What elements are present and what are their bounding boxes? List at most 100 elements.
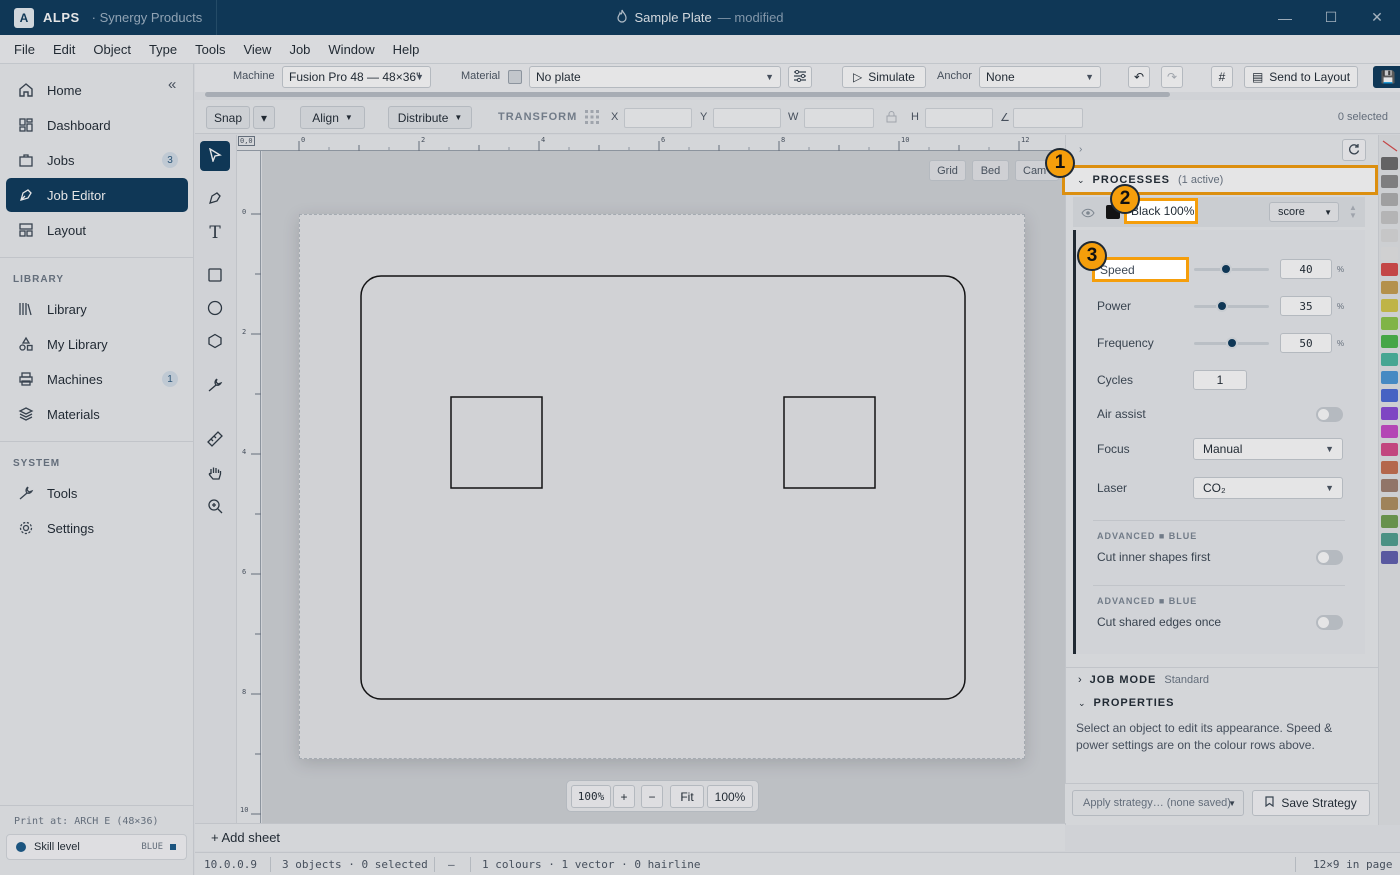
speed-slider[interactable] [1194,263,1269,275]
zoom-100-button[interactable]: 100% [707,785,753,808]
fit-button[interactable]: Fit [670,785,704,808]
speed-input[interactable]: 40 [1280,259,1332,279]
material-select[interactable]: No plate ▼ [529,66,781,88]
reorder-icon[interactable]: ▲ ▼ [1349,204,1357,220]
sidebar-item-layout[interactable]: Layout [6,213,188,247]
menu-object[interactable]: Object [93,42,131,57]
process-mode-select[interactable]: score ▼ [1269,202,1339,222]
menu-edit[interactable]: Edit [53,42,75,57]
sidebar-item-dashboard[interactable]: Dashboard [6,108,188,142]
menu-job[interactable]: Job [289,42,310,57]
laser-select[interactable]: CO₂ ▼ [1193,477,1343,499]
minimize-button[interactable]: — [1262,0,1308,35]
frequency-input[interactable]: 50 [1280,333,1332,353]
focus-select[interactable]: Manual ▼ [1193,438,1343,460]
add-sheet-button[interactable]: + Add sheet [195,823,1065,851]
sidebar-item-machines[interactable]: Machines 1 [6,362,188,396]
refresh-button[interactable] [1342,139,1366,161]
palette-swatch[interactable] [1381,157,1398,170]
hand-tool[interactable] [200,459,230,489]
send-to-layout-button[interactable]: ▤ Send to Layout [1244,66,1358,88]
y-input[interactable] [713,108,781,128]
palette-swatch[interactable] [1381,299,1398,312]
sidebar-item-jobs[interactable]: Jobs 3 [6,143,188,177]
palette-swatch[interactable] [1381,211,1398,224]
palette-swatch[interactable] [1381,461,1398,474]
palette-swatch[interactable] [1381,443,1398,456]
palette-swatch[interactable] [1381,193,1398,206]
rectangle-tool[interactable] [200,261,230,291]
distribute-button[interactable]: Distribute ▼ [388,106,472,129]
width-input[interactable] [804,108,874,128]
menu-window[interactable]: Window [328,42,374,57]
sidebar-item-settings[interactable]: Settings [6,511,188,545]
sidebar-item-my-library[interactable]: My Library [6,327,188,361]
palette-swatch[interactable] [1381,263,1398,276]
rotation-input[interactable] [1013,108,1083,128]
close-button[interactable]: ✕ [1354,0,1400,35]
zoom-out-button[interactable]: − [641,785,663,808]
menu-help[interactable]: Help [393,42,420,57]
wrench-tool[interactable] [200,371,230,401]
power-slider-handle[interactable] [1216,300,1228,312]
text-tool[interactable]: T [200,218,230,248]
sidebar-item-job-editor[interactable]: Job Editor [6,178,188,212]
save-button[interactable]: 💾 [1373,66,1400,88]
anchor-select[interactable]: None ▼ [979,66,1101,88]
redo-button[interactable]: ↷ [1161,66,1183,88]
visibility-eye-icon[interactable] [1081,206,1095,221]
power-input[interactable]: 35 [1280,296,1332,316]
menu-tools[interactable]: Tools [195,42,225,57]
palette-swatch[interactable] [1381,479,1398,492]
palette-swatch[interactable] [1381,497,1398,510]
x-input[interactable] [624,108,692,128]
sidebar-item-materials[interactable]: Materials [6,397,188,431]
menu-file[interactable]: File [14,42,35,57]
palette-swatch[interactable] [1381,281,1398,294]
cut-shared-edges-toggle[interactable] [1316,615,1343,630]
lock-aspect-icon[interactable] [886,111,897,126]
menu-view[interactable]: View [243,42,271,57]
menu-type[interactable]: Type [149,42,177,57]
palette-swatch[interactable] [1381,551,1398,564]
zoom-in-button[interactable]: + [613,785,635,808]
grid-toggle-button[interactable]: # [1211,66,1233,88]
palette-swatch[interactable] [1381,515,1398,528]
processes-section-header[interactable]: ⌄ PROCESSES (1 active) [1062,165,1378,195]
ellipse-tool[interactable] [200,294,230,324]
palette-swatch[interactable] [1381,353,1398,366]
undo-button[interactable]: ↶ [1128,66,1150,88]
speed-slider-handle[interactable] [1220,263,1232,275]
air-assist-toggle[interactable] [1316,407,1343,422]
machine-select[interactable]: Fusion Pro 48 — 48×36" ▼ [282,66,431,88]
palette-swatch[interactable] [1381,247,1398,260]
snap-options-button[interactable]: ▾ [253,106,275,129]
skill-level-selector[interactable]: Skill level BLUE [6,834,187,860]
palette-swatch[interactable] [1381,407,1398,420]
polygon-tool[interactable] [200,327,230,357]
plate-sheet[interactable] [299,214,1025,759]
sidebar-item-library[interactable]: Library [6,292,188,326]
select-tool[interactable] [200,141,230,171]
palette-swatch[interactable] [1381,371,1398,384]
properties-section-header[interactable]: ⌄ PROPERTIES [1066,692,1379,714]
simulate-button[interactable]: ▷ Simulate [842,66,926,88]
align-button[interactable]: Align ▼ [300,106,365,129]
grid-toggle[interactable]: Grid [929,160,966,181]
pen-tool[interactable] [200,184,230,214]
chevron-right-icon[interactable]: › [1079,144,1082,155]
palette-swatch[interactable] [1381,389,1398,402]
palette-swatch[interactable] [1381,175,1398,188]
horizontal-scrollbar[interactable] [205,92,1170,97]
sidebar-item-tools[interactable]: Tools [6,476,188,510]
no-color-swatch[interactable] [1382,140,1398,152]
maximize-button[interactable]: ☐ [1308,0,1354,35]
material-settings-button[interactable] [788,66,812,88]
measure-tool[interactable] [200,425,230,455]
cycles-input[interactable]: 1 [1193,370,1247,390]
snap-button[interactable]: Snap [206,106,250,129]
save-strategy-button[interactable]: Save Strategy [1252,790,1370,816]
palette-swatch[interactable] [1381,335,1398,348]
palette-swatch[interactable] [1381,425,1398,438]
palette-swatch[interactable] [1381,229,1398,242]
